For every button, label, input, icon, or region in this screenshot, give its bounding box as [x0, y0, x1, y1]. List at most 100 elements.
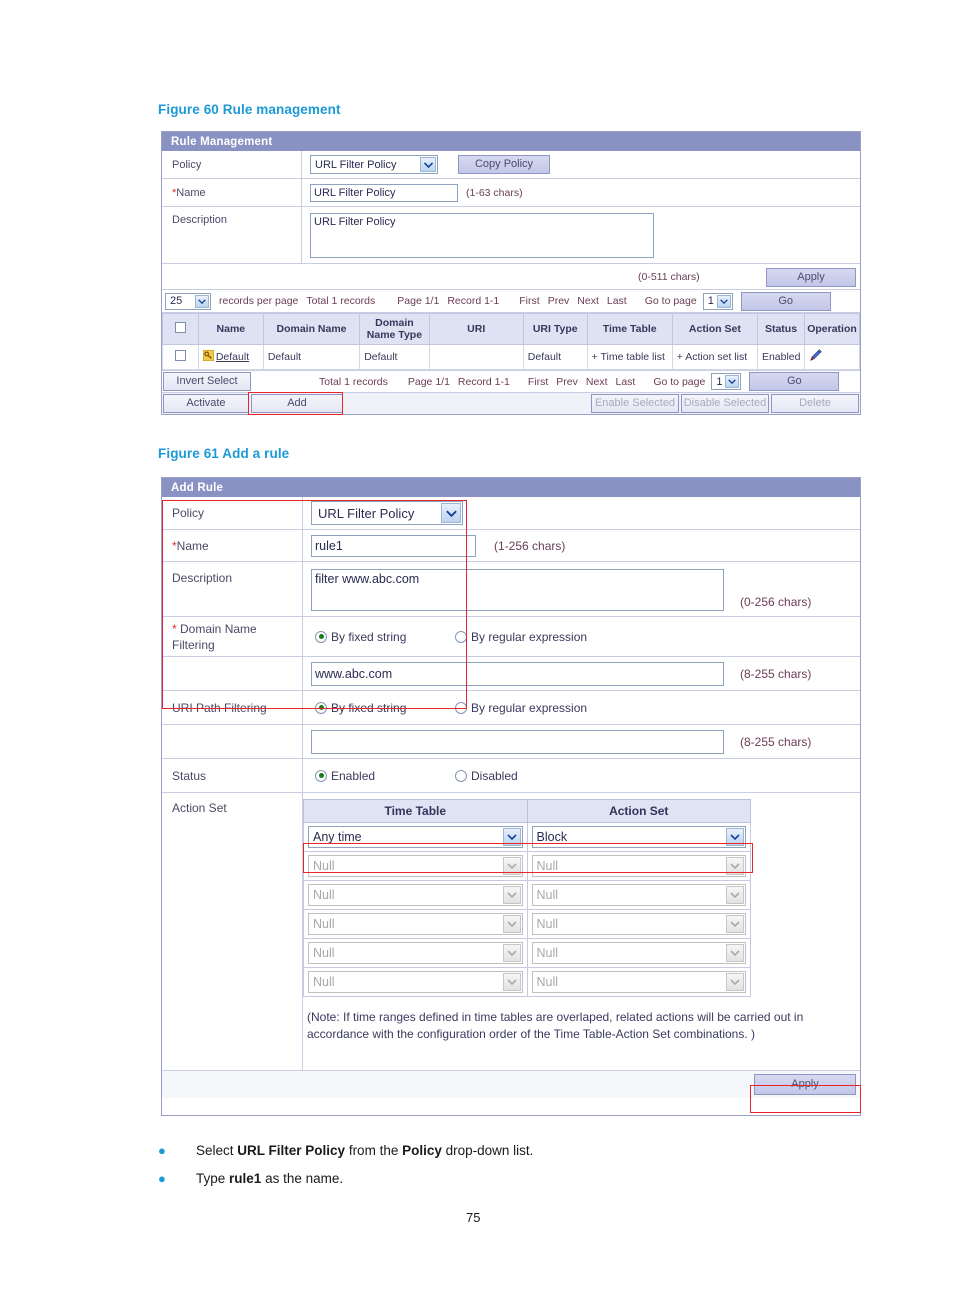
- apply-button-fig60[interactable]: Apply: [766, 267, 856, 287]
- first-link-top[interactable]: First: [503, 295, 543, 307]
- add-policy-label: Policy: [162, 497, 303, 529]
- time-table-select-3[interactable]: Null: [308, 913, 523, 935]
- first-link-bottom[interactable]: First: [514, 376, 552, 388]
- bullet-marker: ●: [158, 1171, 166, 1186]
- next-link-bottom[interactable]: Next: [582, 376, 612, 388]
- name-hint: (1-63 chars): [466, 186, 523, 199]
- add-policy-select[interactable]: URL Filter Policy: [311, 501, 463, 525]
- time-table-select-0[interactable]: Any time: [308, 826, 523, 848]
- cell-action-set[interactable]: + Action set list: [671, 344, 758, 370]
- cell-domain-name-type: Default: [359, 344, 430, 370]
- records-per-page-select[interactable]: 25: [165, 292, 211, 310]
- add-name-input[interactable]: [311, 534, 476, 557]
- table-row: Default Default Default Default + Time t…: [162, 344, 860, 370]
- description-textarea[interactable]: [310, 213, 654, 258]
- time-table-select-2[interactable]: Null: [308, 884, 523, 906]
- action-set-value-0: Block: [536, 830, 568, 844]
- add-rule-panel: Add Rule Policy URL Filter Policy * Name …: [161, 477, 861, 1116]
- name-label: * Name: [162, 179, 302, 206]
- action-buttons-bar: Activate Add Enable Selected Disable Sel…: [162, 393, 860, 414]
- page-indicator-bottom: Page 1/1: [407, 375, 450, 388]
- col-uri: URI: [428, 313, 524, 345]
- chevron-down-icon: [502, 857, 521, 875]
- row-checkbox[interactable]: [174, 350, 186, 361]
- uri-path-filtering-row: URI Path Filtering By fixed string By re…: [162, 691, 860, 725]
- time-table-select-4[interactable]: Null: [308, 942, 523, 964]
- action-set-value-2: Null: [536, 888, 559, 902]
- radio-icon[interactable]: [455, 769, 467, 782]
- time-table-select-1[interactable]: Null: [308, 855, 523, 877]
- domain-name-input[interactable]: [311, 661, 724, 686]
- name-row: *Name (1-63 chars): [162, 179, 860, 207]
- uri-path-filtering-label: URI Path Filtering: [162, 691, 303, 724]
- uri-regex-radio-option[interactable]: By regular expression: [455, 701, 587, 715]
- action-set-select-4[interactable]: Null: [531, 942, 746, 964]
- time-table-cell: Null: [303, 967, 528, 997]
- chevron-down-icon: [195, 294, 209, 308]
- invert-select-button[interactable]: Invert Select: [163, 372, 251, 391]
- action-set-select-3[interactable]: Null: [531, 913, 746, 935]
- radio-icon[interactable]: [315, 701, 327, 714]
- time-table-column-header: Time Table: [303, 799, 528, 823]
- enable-selected-button: Enable Selected: [591, 394, 679, 413]
- action-set-cell: Null: [526, 909, 752, 939]
- page-indicator-top: Page 1/1: [397, 295, 440, 307]
- disable-selected-button: Disable Selected: [681, 394, 769, 413]
- figure-61-caption: Figure 61 Add a rule: [158, 446, 290, 461]
- action-set-select-5[interactable]: Null: [531, 971, 746, 993]
- paging-bottom: Invert Select Total 1 records Page 1/1 R…: [162, 370, 860, 393]
- action-set-select-2[interactable]: Null: [531, 884, 746, 906]
- policy-select[interactable]: URL Filter Policy: [310, 155, 438, 174]
- action-set-select-0[interactable]: Block: [531, 826, 746, 848]
- action-set-select-1[interactable]: Null: [531, 855, 746, 877]
- select-all-checkbox[interactable]: [174, 322, 186, 333]
- radio-icon[interactable]: [315, 630, 327, 643]
- add-description-textarea[interactable]: [311, 569, 724, 611]
- status-disabled-radio-option[interactable]: Disabled: [455, 769, 518, 783]
- goto-page-select-bottom[interactable]: 1: [711, 373, 742, 390]
- chevron-down-icon: [726, 973, 744, 991]
- time-table-cell: Null: [303, 880, 528, 910]
- add-name-row: *Name (1-256 chars): [162, 530, 860, 562]
- prev-link-bottom[interactable]: Prev: [552, 376, 582, 388]
- col-operation: Operation: [804, 313, 860, 345]
- chevron-down-icon: [726, 915, 744, 933]
- uri-path-input[interactable]: [311, 729, 724, 754]
- action-set-cell: Block: [526, 822, 752, 852]
- activate-button[interactable]: Activate: [163, 394, 249, 413]
- add-policy-row: Policy URL Filter Policy: [162, 497, 860, 530]
- time-table-value-2: Null: [313, 888, 335, 902]
- go-button-bottom[interactable]: Go: [749, 372, 840, 391]
- status-enabled-radio-option[interactable]: Enabled: [315, 769, 455, 783]
- domain-name-filtering-label: * Domain Name Filtering: [162, 617, 303, 656]
- time-table-select-5[interactable]: Null: [308, 971, 523, 993]
- copy-policy-button[interactable]: Copy Policy: [458, 155, 550, 174]
- edit-pencil-icon[interactable]: [809, 349, 822, 365]
- uri-fixed-string-label: By fixed string: [331, 700, 407, 715]
- goto-page-select-top[interactable]: 1: [702, 292, 733, 310]
- go-button-top[interactable]: Go: [740, 291, 831, 311]
- rule-name-link[interactable]: Default: [216, 351, 249, 363]
- description-apply-row: (0-511 chars) Apply: [162, 264, 860, 290]
- last-link-bottom[interactable]: Last: [611, 376, 639, 388]
- apply-button-fig61[interactable]: Apply: [754, 1074, 856, 1095]
- radio-icon[interactable]: [455, 701, 467, 714]
- uri-regex-label: By regular expression: [471, 700, 588, 715]
- add-button[interactable]: Add: [251, 394, 343, 413]
- domain-regex-radio-option[interactable]: By regular expression: [455, 630, 587, 644]
- radio-icon[interactable]: [315, 769, 327, 782]
- radio-icon[interactable]: [455, 630, 467, 643]
- time-table-cell: Null: [303, 909, 528, 939]
- action-set-row: Null Null: [303, 851, 752, 881]
- domain-fixed-string-radio-option[interactable]: By fixed string: [315, 630, 455, 644]
- action-set-row: Null Null: [303, 909, 752, 939]
- delete-button: Delete: [771, 394, 859, 413]
- col-name: Name: [197, 313, 264, 345]
- next-link-top[interactable]: Next: [573, 295, 603, 307]
- time-table-cell: Null: [303, 851, 528, 881]
- last-link-top[interactable]: Last: [603, 295, 631, 307]
- cell-time-table[interactable]: + Time table list: [586, 344, 673, 370]
- name-input[interactable]: [310, 183, 458, 202]
- uri-fixed-string-radio-option[interactable]: By fixed string: [315, 701, 455, 715]
- prev-link-top[interactable]: Prev: [544, 295, 574, 307]
